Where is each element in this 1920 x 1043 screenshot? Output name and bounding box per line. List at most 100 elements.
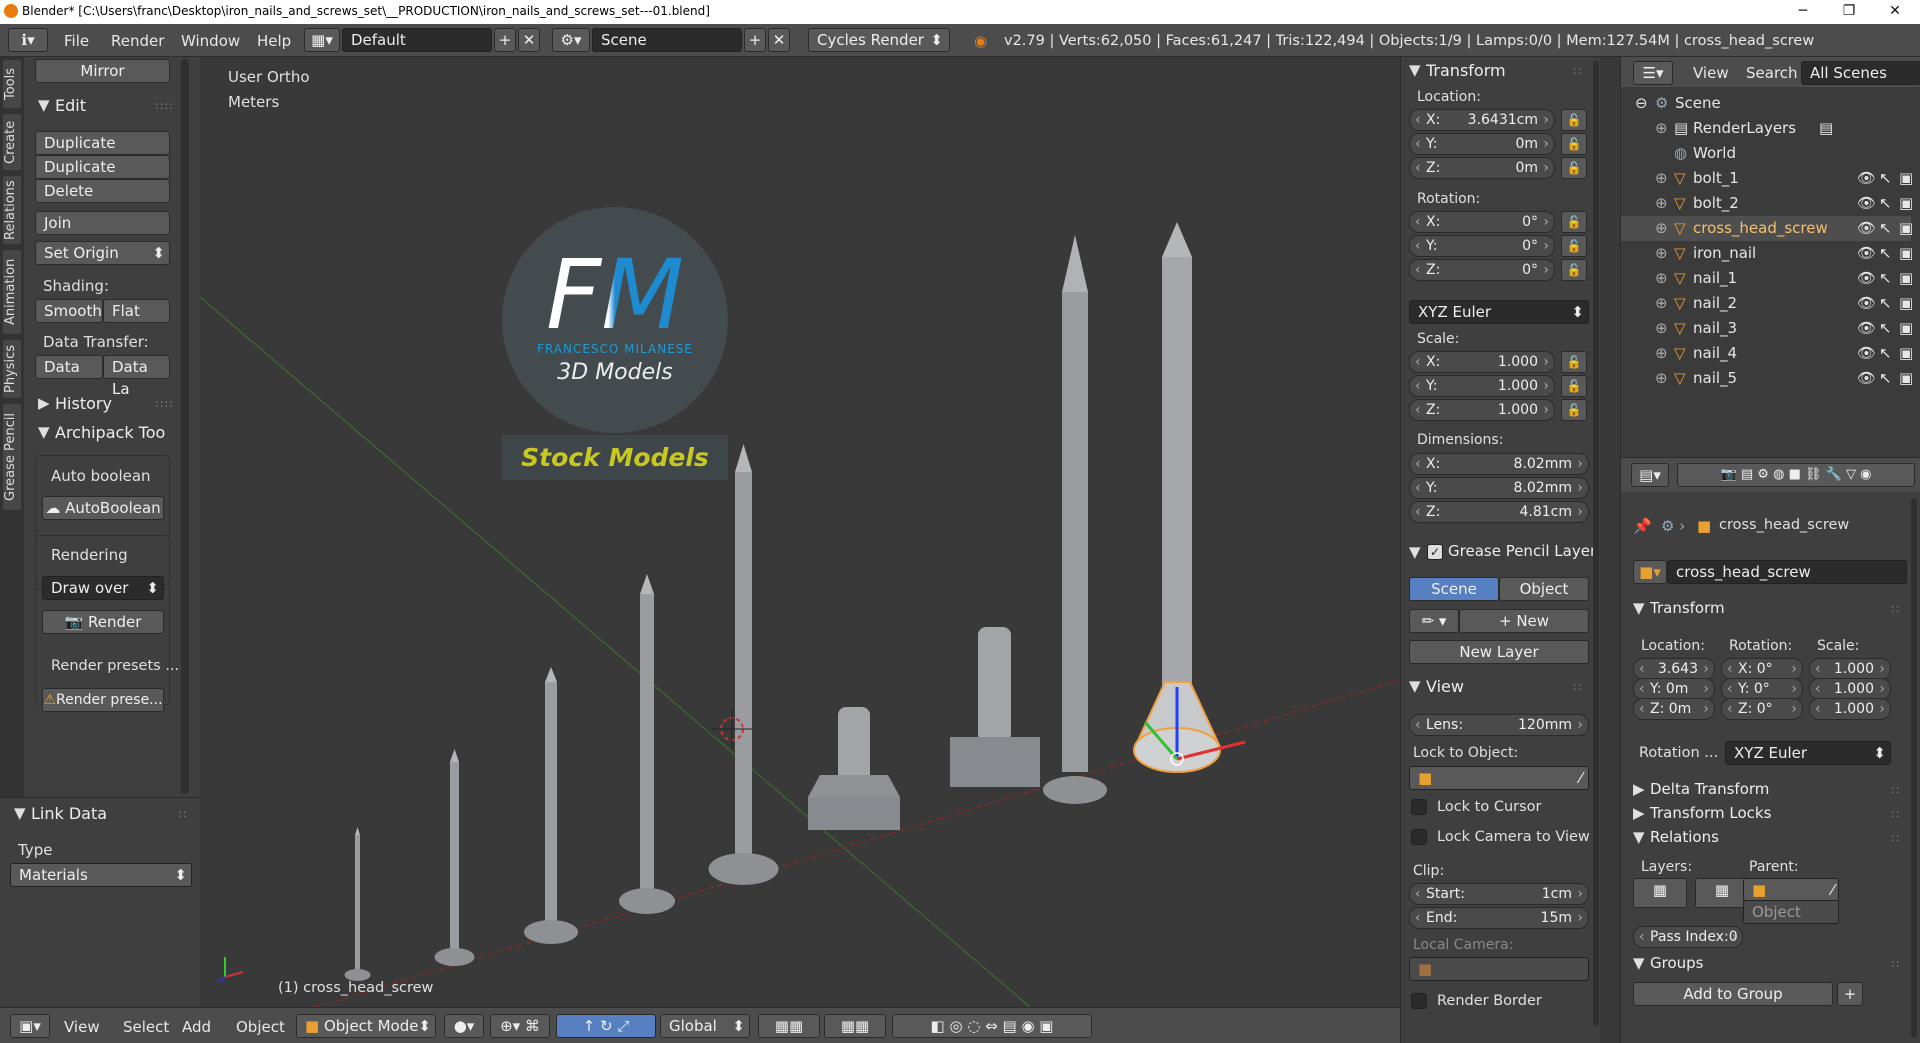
minimize-button[interactable]: ─: [1780, 0, 1826, 24]
data-layout-button[interactable]: Data La: [103, 355, 170, 398]
lock-icon[interactable]: 🔓: [1561, 351, 1587, 373]
relations-collapse-icon[interactable]: ▼: [1633, 828, 1645, 846]
eye-icon[interactable]: 👁: [1857, 194, 1876, 212]
scale-y-field[interactable]: Y: 1.000: [1409, 375, 1555, 397]
scl-x-field[interactable]: 1.000: [1809, 658, 1891, 680]
lock-icon[interactable]: 🔓: [1561, 109, 1587, 131]
loc-x-field[interactable]: 3.643: [1633, 658, 1715, 680]
layers-grid-b[interactable]: ▦: [1695, 878, 1749, 908]
scale-x-field[interactable]: X: 1.000: [1409, 351, 1555, 373]
transform-title[interactable]: Transform: [1426, 61, 1506, 80]
gp-object-tab[interactable]: Object: [1499, 577, 1589, 601]
add-layout-icon[interactable]: +: [494, 28, 516, 52]
outliner-item-bolt-2[interactable]: ⊕ ▽ bolt_2 👁 ↖ ▣: [1621, 191, 1913, 216]
lock-icon[interactable]: 🔓: [1561, 375, 1587, 397]
menu-window[interactable]: Window: [181, 32, 240, 50]
lock-camera-checkbox[interactable]: [1411, 829, 1427, 845]
object-name-field[interactable]: cross_head_screw: [1667, 560, 1907, 584]
link-data-title[interactable]: Link Data: [31, 804, 107, 823]
gp-layer-title[interactable]: Grease Pencil Layer: [1448, 542, 1596, 560]
gp-scene-tab[interactable]: Scene: [1409, 577, 1499, 601]
lock-icon[interactable]: 🔓: [1561, 211, 1587, 233]
camera-icon[interactable]: ▣: [1899, 369, 1913, 387]
3d-viewport[interactable]: User Ortho Meters FM FRANCESCO MILANESE …: [200, 57, 1400, 1007]
history-panel-title[interactable]: History: [55, 394, 112, 413]
eye-icon[interactable]: 👁: [1857, 344, 1876, 362]
scene-field[interactable]: Scene: [592, 28, 742, 52]
loc-y-field[interactable]: Y: 0m: [1633, 678, 1715, 700]
render-border-checkbox[interactable]: [1411, 993, 1427, 1009]
screen-layout-icon[interactable]: ▦▾: [304, 28, 340, 52]
lock-icon[interactable]: 🔓: [1561, 235, 1587, 257]
menu-help[interactable]: Help: [257, 32, 291, 50]
eye-icon[interactable]: 👁: [1857, 269, 1876, 287]
new-layer-button[interactable]: New Layer: [1409, 640, 1589, 664]
camera-icon[interactable]: ▣: [1899, 269, 1913, 287]
outliner-item-nail-2[interactable]: ⊕ ▽ nail_2 👁 ↖ ▣: [1621, 291, 1913, 316]
transform-locks-title[interactable]: Transform Locks: [1650, 804, 1771, 822]
expand-icon[interactable]: ⊕: [1655, 219, 1668, 237]
lock-object-field[interactable]: ■ ⁄: [1409, 766, 1589, 790]
plus-icon[interactable]: +: [1837, 982, 1863, 1006]
dimension-y-field[interactable]: Y: 8.02mm: [1409, 477, 1589, 499]
cursor-icon[interactable]: ↖: [1879, 369, 1892, 387]
location-x-field[interactable]: X: 3.6431cm: [1409, 109, 1555, 131]
outliner-item-nail-4[interactable]: ⊕ ▽ nail_4 👁 ↖ ▣: [1621, 341, 1913, 366]
drag-handle-icon[interactable]: ::: [1891, 602, 1900, 615]
outliner-search-menu[interactable]: Search: [1746, 64, 1798, 82]
set-origin-dropdown[interactable]: Set Origin ⬍: [35, 241, 170, 265]
clip-start-field[interactable]: Start: 1cm: [1409, 883, 1589, 905]
expand-icon[interactable]: ⊕: [1655, 169, 1668, 187]
outliner-item-nail-5[interactable]: ⊕ ▽ nail_5 👁 ↖ ▣: [1621, 366, 1913, 391]
tab-relations[interactable]: Relations: [2, 175, 22, 245]
outliner-item-world[interactable]: ◍ World: [1621, 141, 1911, 166]
outliner-editor-icon[interactable]: ☰▾: [1633, 61, 1673, 85]
shading-mode-icon[interactable]: ●▾: [444, 1014, 484, 1038]
editor-type-icon[interactable]: ▣▾: [10, 1014, 50, 1038]
tab-tools[interactable]: Tools: [2, 59, 22, 109]
eye-icon[interactable]: 👁: [1857, 369, 1876, 387]
expand-icon[interactable]: ⊕: [1655, 369, 1668, 387]
outliner-view-menu[interactable]: View: [1693, 64, 1729, 82]
eye-icon[interactable]: 👁: [1857, 294, 1876, 312]
expand-icon[interactable]: ⊕: [1655, 294, 1668, 312]
mode-dropdown[interactable]: ■ Object Mode ⬍: [296, 1014, 436, 1038]
mirror-button[interactable]: Mirror: [35, 59, 170, 83]
delta-expand-icon[interactable]: ▶: [1633, 780, 1645, 798]
render-presets-button[interactable]: ⚠Render prese...: [42, 688, 164, 712]
rotation-z-field[interactable]: Z: 0°: [1409, 259, 1555, 281]
cursor-icon[interactable]: ↖: [1879, 244, 1892, 262]
screen-layout-field[interactable]: Default: [342, 28, 492, 52]
camera-icon[interactable]: ▣: [1899, 194, 1913, 212]
remove-scene-icon[interactable]: ✕: [768, 28, 790, 52]
context-tabs-icons[interactable]: 📷 ▤ ⚙ ◍ ■ ⛓ 🔧 ▽ ◉: [1677, 463, 1915, 487]
scl-z-field[interactable]: 1.000: [1809, 698, 1891, 720]
object-data-icon[interactable]: ■▾: [1633, 560, 1667, 584]
display-mode-dropdown[interactable]: All Scenes: [1801, 61, 1920, 85]
new-gp-button[interactable]: + New: [1459, 609, 1589, 633]
drag-handle-icon[interactable]: ::::: [155, 99, 174, 112]
outliner-item-cross-head-screw[interactable]: ⊕ ▽ cross_head_screw 👁 ↖ ▣: [1621, 216, 1913, 241]
outliner-item-nail-1[interactable]: ⊕ ▽ nail_1 👁 ↖ ▣: [1621, 266, 1913, 291]
tab-physics[interactable]: Physics: [2, 339, 22, 399]
rotation-y-field[interactable]: Y: 0°: [1409, 235, 1555, 257]
transform-collapse-icon[interactable]: ▼: [1409, 61, 1421, 79]
archipack-panel-title[interactable]: Archipack Too: [55, 423, 165, 442]
lock-icon[interactable]: 🔓: [1561, 133, 1587, 155]
editor-type-info-icon[interactable]: ℹ▾: [8, 28, 48, 52]
properties-editor-scrollbar[interactable]: [1911, 498, 1917, 1038]
cursor-icon[interactable]: ↖: [1879, 269, 1892, 287]
layers-grid-a[interactable]: ▦: [1633, 878, 1687, 908]
drag-handle-icon[interactable]: ::: [1891, 831, 1900, 844]
tab-create[interactable]: Create: [2, 113, 22, 171]
layers-grid-1[interactable]: ▦▦: [758, 1014, 820, 1038]
drag-handle-icon[interactable]: ::: [1891, 807, 1900, 820]
join-button[interactable]: Join: [35, 211, 170, 235]
clip-end-field[interactable]: End: 15m: [1409, 907, 1589, 929]
eye-icon[interactable]: 👁: [1857, 319, 1876, 337]
link-data-collapse-icon[interactable]: ▼: [14, 804, 26, 822]
cursor-icon[interactable]: ↖: [1879, 194, 1892, 212]
objprops-transform-title[interactable]: Transform: [1650, 599, 1725, 617]
drag-handle-icon[interactable]: ::::: [155, 397, 174, 410]
menu-file[interactable]: File: [64, 32, 89, 50]
